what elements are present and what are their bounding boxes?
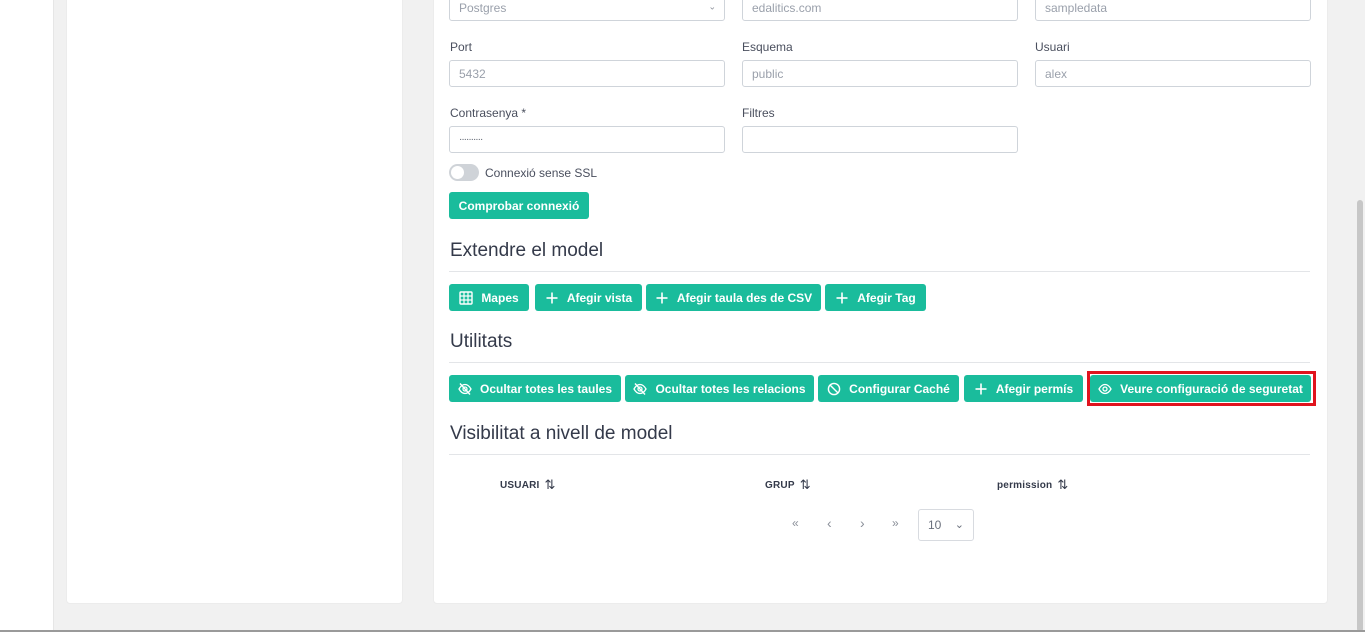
plus-icon xyxy=(974,382,988,396)
plus-icon xyxy=(545,291,559,305)
left-panel xyxy=(66,0,403,604)
next-page-button[interactable]: › xyxy=(860,515,865,531)
schema-input[interactable]: public xyxy=(742,60,1018,87)
ssl-toggle[interactable] xyxy=(449,164,479,181)
column-header-permission[interactable]: permission ⇅ xyxy=(997,477,1068,493)
configure-cache-label: Configurar Caché xyxy=(849,381,950,396)
column-header-group[interactable]: GRUP ⇅ xyxy=(765,477,811,493)
hide-all-relations-label: Ocultar totes les relacions xyxy=(655,381,806,396)
sort-icon: ⇅ xyxy=(544,477,556,492)
port-input[interactable]: 5432 xyxy=(449,60,725,87)
column-header-label: GRUP xyxy=(765,479,795,491)
add-tag-button[interactable]: Afegir Tag xyxy=(825,284,926,311)
page-size-value: 10 xyxy=(928,518,942,532)
prev-page-button[interactable]: ‹ xyxy=(827,515,832,531)
user-value: alex xyxy=(1045,66,1068,81)
maps-label: Mapes xyxy=(481,290,519,305)
app-root: Postgres ⌄ edalitics.com sampledata Port… xyxy=(0,0,1365,632)
eye-slash-icon xyxy=(458,382,472,396)
add-view-label: Afegir vista xyxy=(566,290,633,305)
add-tag-label: Afegir Tag xyxy=(857,290,916,305)
host-value: edalitics.com xyxy=(752,0,822,15)
section-divider xyxy=(449,454,1310,455)
sort-icon: ⇅ xyxy=(1057,477,1069,492)
hide-all-tables-label: Ocultar totes les taules xyxy=(479,381,613,396)
left-navigation-rail xyxy=(0,0,54,632)
ssl-toggle-label: Connexió sense SSL xyxy=(485,166,598,180)
section-divider xyxy=(449,362,1310,363)
db-type-select[interactable]: Postgres ⌄ xyxy=(449,0,725,21)
hide-all-tables-button[interactable]: Ocultar totes les taules xyxy=(449,375,621,402)
test-connection-button[interactable]: Comprobar connexió xyxy=(449,192,589,219)
password-value: ·········· xyxy=(459,134,483,145)
schema-label: Esquema xyxy=(742,40,793,54)
section-divider xyxy=(449,271,1310,272)
sort-icon: ⇅ xyxy=(799,477,811,492)
column-header-label: USUARI xyxy=(500,479,540,491)
user-input[interactable]: alex xyxy=(1035,60,1311,87)
add-permission-label: Afegir permís xyxy=(995,381,1074,396)
extend-model-title: Extendre el model xyxy=(450,240,604,261)
grid-icon xyxy=(459,290,474,305)
add-view-button[interactable]: Afegir vista xyxy=(535,284,642,311)
scrollbar-thumb[interactable] xyxy=(1357,200,1363,632)
first-page-button[interactable]: « xyxy=(792,516,799,530)
highlight-annotation xyxy=(1087,371,1316,406)
page-size-select[interactable]: 10 ⌄ xyxy=(918,509,974,541)
add-csv-table-button[interactable]: Afegir taula des de CSV xyxy=(646,284,821,311)
user-label: Usuari xyxy=(1035,40,1070,54)
column-header-user[interactable]: USUARI ⇅ xyxy=(500,477,556,493)
maps-button[interactable]: Mapes xyxy=(449,284,529,311)
chevron-down-icon: ⌄ xyxy=(708,0,716,11)
add-permission-button[interactable]: Afegir permís xyxy=(964,375,1083,402)
password-label: Contrasenya * xyxy=(450,106,527,120)
toggle-knob xyxy=(451,166,464,179)
ban-icon xyxy=(827,382,841,396)
host-input[interactable]: edalitics.com xyxy=(742,0,1018,21)
add-csv-table-label: Afegir taula des de CSV xyxy=(676,290,813,305)
hide-all-relations-button[interactable]: Ocultar totes les relacions xyxy=(625,375,814,402)
schema-value: public xyxy=(752,66,784,81)
configure-cache-button[interactable]: Configurar Caché xyxy=(818,375,959,402)
chevron-down-icon: ⌄ xyxy=(954,519,964,531)
database-input[interactable]: sampledata xyxy=(1035,0,1311,21)
eye-slash-icon xyxy=(633,382,648,396)
utilities-title: Utilitats xyxy=(450,331,513,352)
last-page-button[interactable]: » xyxy=(892,516,899,530)
port-label: Port xyxy=(450,40,473,54)
filters-label: Filtres xyxy=(742,106,775,120)
column-header-label: permission xyxy=(997,479,1053,491)
database-value: sampledata xyxy=(1045,0,1108,15)
port-value: 5432 xyxy=(459,66,486,81)
test-connection-label: Comprobar connexió xyxy=(458,198,580,213)
plus-icon xyxy=(655,291,669,305)
db-type-value: Postgres xyxy=(459,0,507,15)
filters-input[interactable] xyxy=(742,126,1018,153)
password-input[interactable]: ·········· xyxy=(449,126,725,153)
page-scrollbar[interactable] xyxy=(1355,0,1365,632)
visibility-title: Visibilitat a nivell de model xyxy=(450,423,673,444)
plus-icon xyxy=(835,291,849,305)
